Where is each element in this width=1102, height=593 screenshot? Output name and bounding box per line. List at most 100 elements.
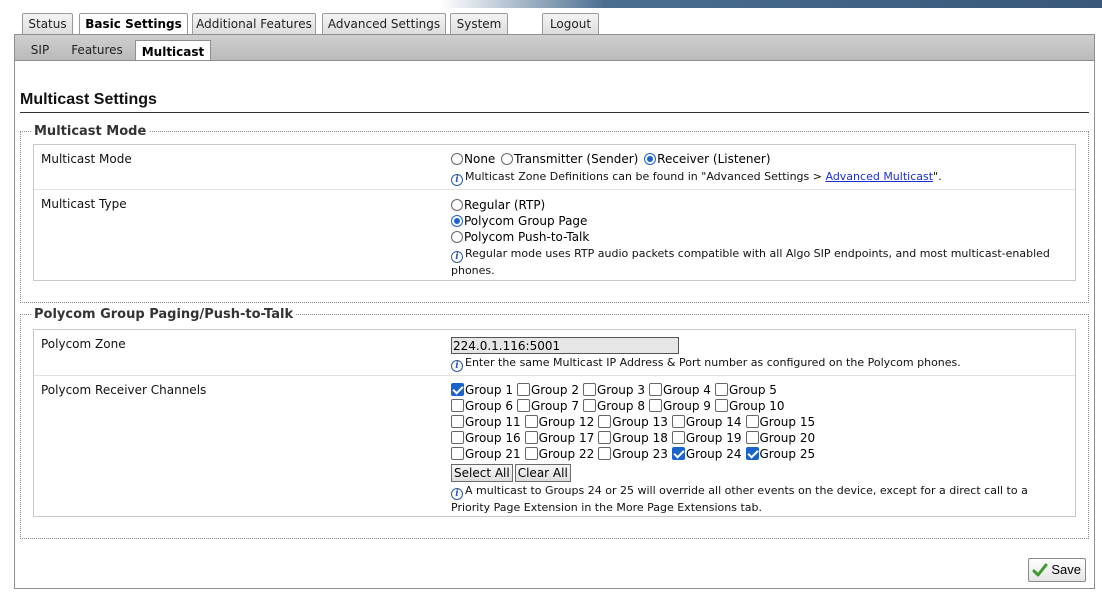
checkbox[interactable] (524, 431, 538, 444)
group-checkbox-15[interactable]: Group 15 (745, 415, 816, 429)
tab-status[interactable]: Status (22, 13, 73, 35)
mode-option-receiver[interactable]: Receiver (Listener) (644, 152, 771, 166)
group-checkbox-12[interactable]: Group 12 (524, 415, 594, 429)
checkbox[interactable] (524, 415, 538, 428)
checkbox[interactable] (598, 431, 612, 444)
group-checkbox-7[interactable]: Group 7 (516, 399, 579, 413)
group-checkbox-24[interactable]: Group 24 (671, 447, 742, 461)
mode-option-transmitter[interactable]: Transmitter (Sender) (501, 152, 638, 166)
checkbox[interactable] (451, 447, 464, 460)
checkbox[interactable] (524, 447, 538, 460)
type-option-regular[interactable]: Regular (RTP) (451, 197, 1063, 213)
group-checkbox-9[interactable]: Group 9 (648, 399, 711, 413)
save-label: Save (1051, 562, 1081, 577)
group-checkbox-5[interactable]: Group 5 (714, 383, 777, 397)
radio-none[interactable] (451, 153, 463, 165)
checkbox[interactable] (648, 399, 662, 412)
group-checkbox-17[interactable]: Group 17 (524, 431, 595, 445)
checkbox[interactable] (671, 431, 685, 444)
group-checkbox-3[interactable]: Group 3 (582, 383, 645, 397)
checkmark-icon (1032, 563, 1048, 577)
checkbox[interactable] (598, 415, 612, 428)
type-option-group-page[interactable]: Polycom Group Page (451, 213, 1063, 229)
type-hint: i Regular mode uses RTP audio packets com… (451, 247, 1050, 277)
group-checkbox-22[interactable]: Group 22 (524, 447, 595, 461)
group-label: Group 20 (759, 431, 816, 445)
radio-transmitter[interactable] (501, 153, 514, 165)
radio-push-to-talk[interactable] (451, 231, 463, 243)
group-checkbox-25[interactable]: Group 25 (745, 447, 815, 461)
info-icon: i (451, 488, 463, 500)
group-label: Group 19 (685, 431, 742, 445)
radio-group-page[interactable] (451, 215, 463, 227)
group-checkbox-11[interactable]: Group 11 (451, 415, 521, 429)
advanced-multicast-link[interactable]: Advanced Multicast (825, 170, 933, 183)
group-checkbox-13[interactable]: Group 13 (598, 415, 668, 429)
tab-advanced-settings[interactable]: Advanced Settings (322, 13, 446, 35)
multicast-mode-label: Multicast Mode (41, 152, 132, 166)
group-label: Group 21 (465, 447, 521, 461)
checkbox[interactable] (745, 447, 759, 460)
group-checkbox-18[interactable]: Group 18 (598, 431, 668, 445)
checkbox[interactable] (671, 447, 685, 460)
info-icon: i (451, 360, 463, 372)
group-checkbox-20[interactable]: Group 20 (745, 431, 816, 445)
polycom-legend: Polycom Group Paging/Push-to-Talk (34, 307, 294, 322)
group-checkbox-10[interactable]: Group 10 (714, 399, 785, 413)
group-label: Group 17 (538, 431, 595, 445)
checkbox[interactable] (714, 399, 728, 412)
group-checkbox-23[interactable]: Group 23 (598, 447, 668, 461)
checkbox[interactable] (745, 431, 759, 444)
checkbox[interactable] (598, 447, 612, 460)
tab-basic-settings[interactable]: Basic Settings (79, 13, 188, 36)
channels-hint: iA multicast to Groups 24 or 25 will ove… (451, 484, 1028, 514)
group-checkbox-1[interactable]: Group 1 (451, 383, 513, 397)
group-checkbox-2[interactable]: Group 2 (516, 383, 579, 397)
checkbox[interactable] (582, 399, 596, 412)
group-label: Group 8 (596, 399, 645, 413)
checkbox[interactable] (714, 383, 728, 396)
group-checkbox-6[interactable]: Group 6 (451, 399, 513, 413)
polycom-box: Polycom Zone iEnter the same Multicast I… (33, 329, 1076, 517)
type-option-push-to-talk[interactable]: Polycom Push-to-Talk (451, 229, 1063, 245)
subtab-sip[interactable]: SIP (21, 39, 59, 62)
multicast-type-control: Regular (RTP) Polycom Group Page Polycom… (451, 197, 1065, 279)
group-label: Group 22 (538, 447, 595, 461)
group-label: Group 16 (465, 431, 521, 445)
tab-additional-features[interactable]: Additional Features (192, 13, 316, 35)
clear-all-button[interactable]: Clear All (514, 464, 571, 482)
tab-logout[interactable]: Logout (542, 13, 599, 35)
group-row: Group 16 Group 17 Group 18 Group 19 Group 20 (451, 431, 1065, 447)
group-checkbox-14[interactable]: Group 14 (671, 415, 742, 429)
checkbox[interactable] (451, 383, 464, 396)
content-panel: Multicast Settings Multicast Mode Multic… (14, 60, 1095, 589)
select-all-button[interactable]: Select All (451, 464, 513, 482)
group-label: Group 2 (530, 383, 579, 397)
group-row: Group 6 Group 7 Group 8 Group 9 Group 10 (451, 399, 1065, 415)
checkbox[interactable] (648, 383, 662, 396)
checkbox[interactable] (451, 399, 464, 412)
group-label: Group 13 (612, 415, 668, 429)
subtab-features[interactable]: Features (65, 39, 129, 62)
checkbox[interactable] (516, 383, 530, 396)
group-checkbox-19[interactable]: Group 19 (671, 431, 742, 445)
radio-receiver[interactable] (644, 153, 657, 165)
group-checkbox-8[interactable]: Group 8 (582, 399, 645, 413)
checkbox[interactable] (671, 415, 685, 428)
group-checkbox-16[interactable]: Group 16 (451, 431, 521, 445)
group-checkbox-4[interactable]: Group 4 (648, 383, 711, 397)
checkbox[interactable] (516, 399, 530, 412)
polycom-zone-input[interactable] (451, 337, 679, 354)
checkbox[interactable] (582, 383, 596, 396)
checkbox[interactable] (745, 415, 759, 428)
group-label: Group 7 (530, 399, 579, 413)
group-label: Group 15 (759, 415, 816, 429)
save-button[interactable]: Save (1028, 558, 1086, 582)
receiver-channels-control: Group 1 Group 2 Group 3 Group 4 Group 5 Group… (451, 383, 1065, 516)
checkbox[interactable] (451, 415, 464, 428)
tab-system[interactable]: System (450, 13, 508, 35)
mode-option-none[interactable]: None (451, 152, 495, 166)
checkbox[interactable] (451, 431, 464, 444)
radio-regular[interactable] (451, 199, 463, 211)
group-checkbox-21[interactable]: Group 21 (451, 447, 521, 461)
